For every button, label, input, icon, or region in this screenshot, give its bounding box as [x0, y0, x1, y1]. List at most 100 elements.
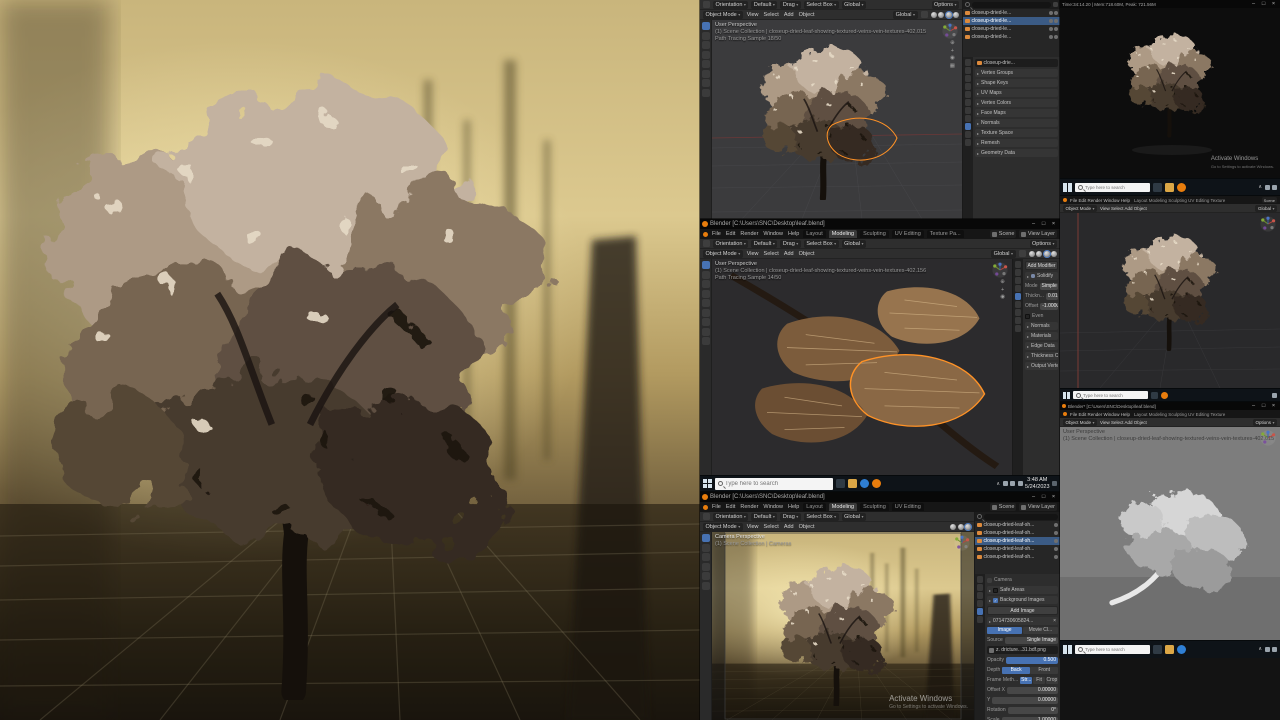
tab-sculpting[interactable]: Sculpting: [860, 503, 889, 511]
render-result-view[interactable]: Activate Windows Go to Settings to activ…: [1060, 8, 1280, 178]
search-input[interactable]: [1083, 392, 1145, 398]
action-center-icon[interactable]: [1052, 481, 1057, 486]
select-box-dropdown[interactable]: Select Box: [803, 0, 839, 9]
start-button[interactable]: [1063, 644, 1072, 654]
tool-cursor-icon[interactable]: [701, 31, 710, 40]
options-dropdown[interactable]: Options: [931, 0, 959, 9]
network-icon[interactable]: [1002, 481, 1008, 486]
add-menu[interactable]: Add: [783, 12, 795, 18]
frame-crop-toggle[interactable]: Crop: [1045, 676, 1058, 684]
view-menu[interactable]: View: [746, 12, 760, 18]
rendered-shading-icon[interactable]: [1051, 250, 1057, 257]
object-data-properties-icon[interactable]: [964, 123, 972, 130]
volume-icon[interactable]: [1272, 646, 1277, 652]
tool-transform-icon[interactable]: [701, 69, 710, 78]
active-tool-icon[interactable]: [703, 1, 710, 8]
image-file-field[interactable]: z. dricture...31.bdf.png: [987, 646, 1058, 654]
navigation-gizmo[interactable]: [992, 262, 1008, 278]
close-button[interactable]: ×: [1269, 402, 1278, 410]
object-properties-icon[interactable]: [1014, 285, 1022, 292]
viewport-f[interactable]: User Perspective (1) Scene Collection | …: [1060, 427, 1280, 640]
background-image-entry[interactable]: 0714730605824...×: [987, 617, 1058, 625]
tray-chevron-icon[interactable]: ∧: [1258, 184, 1262, 190]
outliner-row[interactable]: closeup-dried-leaf-sh...: [975, 545, 1060, 553]
file-menu[interactable]: File: [711, 504, 722, 510]
modifier-properties-icon[interactable]: [964, 115, 972, 122]
menu-items[interactable]: File Edit Render Window Help: [1069, 412, 1131, 417]
depth-back-toggle[interactable]: Back: [1002, 666, 1030, 674]
material-properties-icon[interactable]: [1014, 325, 1022, 332]
close-button[interactable]: ×: [1049, 493, 1058, 501]
blender-logo-icon[interactable]: [703, 231, 708, 237]
section-geometry-data[interactable]: Geometry Data: [975, 149, 1058, 157]
tool-rotate-icon[interactable]: [701, 50, 710, 59]
output-properties-icon[interactable]: [976, 592, 984, 599]
scale-field[interactable]: 1.00000: [1001, 716, 1058, 720]
outliner-row[interactable]: closeup-dried-leaf-sh...: [975, 553, 1060, 561]
view-layer-properties-icon[interactable]: [964, 83, 972, 90]
mode-value[interactable]: Simple: [1039, 282, 1058, 290]
select-menu[interactable]: Select: [763, 12, 780, 18]
shading-mode-toggle[interactable]: [950, 523, 971, 530]
object-menu[interactable]: Object: [798, 251, 816, 257]
section-shape-keys[interactable]: Shape Keys: [975, 79, 1058, 87]
transform-orientation-dropdown[interactable]: Global: [991, 249, 1016, 258]
outliner-row[interactable]: closeup-dried-le...: [963, 9, 1060, 17]
tool-move-icon[interactable]: [701, 553, 710, 561]
outliner-row[interactable]: closeup-dried-leaf-sh...: [975, 529, 1060, 537]
eye-icon[interactable]: [1048, 35, 1053, 39]
viewport-b[interactable]: User Perspective (1) Scene Collection | …: [712, 259, 1012, 475]
tool-scale-icon[interactable]: [701, 299, 710, 307]
opacity-slider[interactable]: 0.500: [1005, 656, 1058, 664]
tool-select-box-icon[interactable]: [701, 261, 710, 269]
object-data-properties-icon[interactable]: [1014, 317, 1022, 324]
background-images-checkbox[interactable]: ✓: [993, 597, 999, 603]
viewport-e[interactable]: [1060, 213, 1280, 388]
wireframe-shading-icon[interactable]: [1028, 250, 1035, 257]
start-button[interactable]: [1063, 182, 1072, 192]
render-menu[interactable]: Render: [739, 231, 759, 237]
view-menu[interactable]: View: [746, 251, 760, 257]
volume-icon[interactable]: [1010, 481, 1016, 486]
tool-select-box-icon[interactable]: [701, 22, 710, 30]
close-button[interactable]: ×: [1269, 0, 1278, 8]
camera-data-properties-icon[interactable]: [976, 608, 984, 615]
blender-logo-icon[interactable]: [1063, 198, 1067, 202]
navigation-gizmo[interactable]: [942, 23, 958, 39]
header-menus[interactable]: View Select Add Object: [1099, 206, 1148, 211]
file-explorer-icon[interactable]: [848, 479, 857, 488]
maximize-button[interactable]: □: [1259, 0, 1268, 8]
render-properties-icon[interactable]: [964, 67, 972, 74]
object-menu[interactable]: Object: [798, 524, 816, 530]
frame-stretch-toggle[interactable]: Str...: [1020, 676, 1033, 684]
minimize-button[interactable]: –: [1029, 220, 1038, 228]
tool-rotate-icon[interactable]: [701, 562, 710, 571]
title-bar[interactable]: Blender [C:\Users\SNC\Desktop\leaf.blend…: [700, 492, 1060, 502]
title-bar[interactable]: Blender* [C:\Users\SNC\Desktop\leaf.blen…: [1060, 402, 1280, 410]
tool-move-icon[interactable]: [701, 41, 710, 49]
select-menu[interactable]: Select: [763, 251, 780, 257]
navigation-gizmo[interactable]: [954, 535, 970, 551]
tab-uv-editing[interactable]: UV Editing: [891, 503, 924, 511]
volume-icon[interactable]: [1272, 184, 1277, 190]
search-input[interactable]: [725, 480, 830, 487]
tool-annotate-icon[interactable]: [701, 79, 710, 87]
mesh-name-field[interactable]: closeup-drie...: [975, 59, 1058, 67]
taskbar-search[interactable]: [1075, 644, 1150, 654]
section-remesh[interactable]: Remesh: [975, 139, 1058, 147]
offset-y-field[interactable]: 0.00000: [992, 696, 1058, 704]
outliner-row[interactable]: closeup-dried-leaf-sh...: [975, 537, 1060, 545]
blender-app-icon[interactable]: [872, 479, 881, 488]
section-face-maps[interactable]: Face Maps: [975, 109, 1058, 117]
navigation-gizmo[interactable]: [1260, 216, 1276, 232]
outliner-search-input[interactable]: [984, 513, 1058, 520]
viewport-a[interactable]: User Perspective (1) Scene Collection | …: [712, 20, 962, 219]
object-menu[interactable]: Object: [798, 12, 816, 18]
offset-x-field[interactable]: 0.00000: [1006, 686, 1058, 694]
camera-view-icon[interactable]: ◉: [950, 55, 955, 62]
taskbar-search[interactable]: [1075, 182, 1150, 192]
image-toggle[interactable]: Image: [987, 627, 1023, 634]
physics-properties-icon[interactable]: [964, 139, 972, 146]
tab-modeling[interactable]: Modeling: [828, 503, 858, 511]
pan-icon[interactable]: +: [950, 48, 955, 55]
